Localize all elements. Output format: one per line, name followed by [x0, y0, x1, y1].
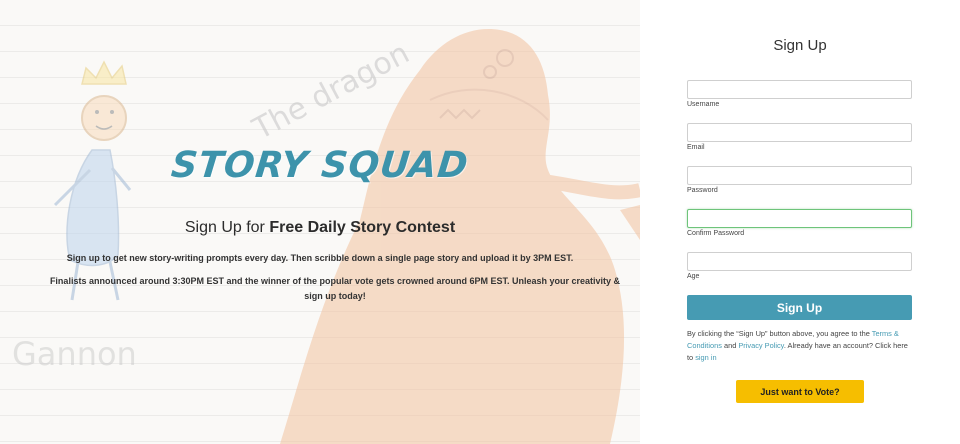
- hero-section: The dragon Gannon STORY SQUAD Sign Up fo…: [0, 0, 640, 444]
- age-input[interactable]: [687, 252, 912, 271]
- form-title: Sign Up: [773, 37, 827, 54]
- email-input[interactable]: [687, 123, 912, 142]
- hero-paragraph-1: Sign up to get new story-writing prompts…: [66, 253, 574, 263]
- username-input[interactable]: [687, 80, 912, 99]
- privacy-link[interactable]: Privacy Policy: [738, 341, 783, 350]
- age-field-group: Age: [687, 252, 912, 280]
- hero-heading-prefix: Sign Up for: [184, 219, 270, 236]
- confirm-password-label: Confirm Password: [687, 230, 745, 237]
- password-field-group: Password: [687, 166, 912, 194]
- story-squad-logo: STORY SQUAD: [169, 145, 471, 186]
- terms-text-2: and: [721, 341, 739, 350]
- confirm-password-field-group: Confirm Password: [687, 209, 912, 237]
- age-label: Age: [687, 273, 700, 280]
- email-field-group: Email: [687, 123, 912, 151]
- signup-page: The dragon Gannon STORY SQUAD Sign Up fo…: [0, 0, 960, 444]
- username-field-group: Username: [687, 80, 912, 108]
- terms-text: By clicking the “Sign Up” button above, …: [687, 328, 915, 364]
- email-label: Email: [687, 144, 705, 151]
- terms-text-1: By clicking the “Sign Up” button above, …: [687, 329, 872, 338]
- sign-in-link[interactable]: sign in: [695, 353, 716, 362]
- password-input[interactable]: [687, 166, 912, 185]
- signup-form-panel: Sign Up Username Email Password Confirm …: [640, 0, 960, 444]
- sign-up-button[interactable]: Sign Up: [687, 295, 912, 320]
- hero-paragraph-2: Finalists announced around 3:30PM EST an…: [49, 276, 621, 301]
- confirm-password-input[interactable]: [687, 209, 912, 228]
- password-label: Password: [687, 187, 718, 194]
- hero-heading-bold: Free Daily Story Contest: [269, 219, 456, 236]
- hero-content: STORY SQUAD Sign Up for Free Daily Story…: [0, 0, 640, 444]
- just-vote-button[interactable]: Just want to Vote?: [736, 380, 864, 403]
- hero-heading: Sign Up for Free Daily Story Contest: [0, 219, 640, 237]
- username-label: Username: [687, 101, 720, 108]
